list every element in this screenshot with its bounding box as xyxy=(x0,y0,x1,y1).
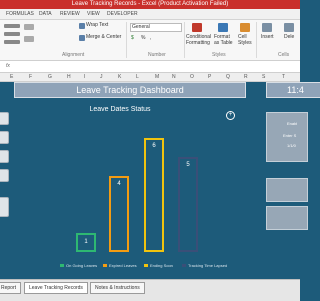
align-top-icon[interactable] xyxy=(4,24,20,28)
group-styles-label: Styles xyxy=(212,52,226,58)
column-header[interactable]: O xyxy=(190,73,194,81)
nav-button[interactable] xyxy=(0,197,9,217)
conditional-formatting-icon xyxy=(192,23,202,32)
chart-data-label: 4 xyxy=(117,181,121,187)
delete-button[interactable]: Dele xyxy=(284,34,294,41)
conditional-formatting-button[interactable]: Conditional Formatting xyxy=(186,34,212,46)
indent-icon[interactable] xyxy=(24,36,34,42)
ribbon-divider xyxy=(184,22,185,58)
clock-display: 11:4 xyxy=(266,82,320,98)
column-header[interactable]: E xyxy=(10,73,13,81)
chart-data-label: 6 xyxy=(152,143,156,149)
window-title: Leave Tracking Records - Excel (Product … xyxy=(0,0,300,9)
sheet-tab-leave-tracking-records[interactable]: Leave Tracking Records xyxy=(24,282,88,294)
wrap-text-button[interactable]: Wrap Text xyxy=(86,22,108,29)
legend-label: Tracking Time Lapsed xyxy=(188,263,228,268)
column-header[interactable]: Q xyxy=(226,73,230,81)
column-header-row: E F G H I J K L M N O P Q R S T xyxy=(0,73,300,82)
panel-text: Enabl xyxy=(287,121,298,126)
ribbon: Wrap Text Merge & Center Alignment Gener… xyxy=(0,20,300,61)
insert-button[interactable]: Insert xyxy=(261,34,274,41)
insert-cells-icon xyxy=(262,23,272,32)
chart-data-label: 1 xyxy=(84,238,88,245)
number-format-value: General xyxy=(132,24,150,30)
format-as-table-button[interactable]: Format as Table xyxy=(214,34,236,46)
currency-button[interactable]: $ xyxy=(131,35,134,42)
ribbon-divider xyxy=(126,22,127,58)
column-header[interactable]: K xyxy=(118,73,121,81)
chart-data-label: 5 xyxy=(186,162,190,168)
tab-data[interactable]: DATA xyxy=(39,10,52,18)
column-header[interactable]: M xyxy=(155,73,159,81)
group-alignment-label: Alignment xyxy=(62,52,85,58)
column-header[interactable]: J xyxy=(100,73,103,81)
wrap-text-icon xyxy=(79,23,85,29)
tab-formulas[interactable]: FORMULAS xyxy=(6,10,34,18)
formula-input[interactable] xyxy=(20,63,296,70)
group-number-label: Number xyxy=(148,52,166,58)
merge-center-button[interactable]: Merge & Center xyxy=(86,34,121,41)
comma-button[interactable]: , xyxy=(150,35,151,42)
column-header[interactable]: F xyxy=(29,73,32,81)
dashboard-title: Leave Tracking Dashboard xyxy=(14,82,246,98)
orientation-icon[interactable] xyxy=(24,24,34,30)
column-header[interactable]: P xyxy=(208,73,211,81)
sheet-tab-report[interactable]: Report xyxy=(0,282,22,294)
chart-bar xyxy=(144,138,164,252)
column-header[interactable]: L xyxy=(136,73,139,81)
chart-bar xyxy=(178,157,198,252)
merge-icon xyxy=(79,35,85,41)
sheet-tab-bar: Report Leave Tracking Records Notes & In… xyxy=(0,279,300,301)
column-header[interactable]: N xyxy=(172,73,176,81)
group-cells-label: Cells xyxy=(278,52,290,58)
panel-text: 1/1/0 xyxy=(287,143,296,148)
column-header[interactable]: H xyxy=(67,73,71,81)
legend-item: On Going Leaves xyxy=(60,263,97,268)
tab-review[interactable]: REVIEW xyxy=(60,10,80,18)
nav-button[interactable] xyxy=(0,112,9,125)
legend-label: Ending Soon xyxy=(150,263,173,268)
column-header[interactable]: S xyxy=(262,73,265,81)
format-as-table-icon xyxy=(218,23,228,32)
ribbon-divider xyxy=(256,22,257,58)
nav-button[interactable] xyxy=(0,169,9,182)
chart-title: Leave Dates Status xyxy=(89,106,151,113)
column-header[interactable]: R xyxy=(244,73,248,81)
cell-styles-icon xyxy=(240,23,250,32)
percent-button[interactable]: % xyxy=(141,35,145,42)
cell-styles-button[interactable]: Cell Styles xyxy=(238,34,254,46)
column-header[interactable]: G xyxy=(48,73,52,81)
legend-label: On Going Leaves xyxy=(66,263,98,268)
chart-bar xyxy=(109,176,129,252)
info-panel xyxy=(266,206,308,230)
formula-bar: fx xyxy=(0,61,300,73)
fx-label: fx xyxy=(6,63,10,69)
align-center-icon[interactable] xyxy=(4,32,20,36)
info-panel: Enabl Enter S 1/1/0 xyxy=(266,112,308,162)
delete-cells-icon xyxy=(284,23,294,32)
number-format-select[interactable]: General xyxy=(130,23,182,32)
column-header[interactable]: T xyxy=(282,73,285,81)
column-header[interactable]: I xyxy=(84,73,85,81)
align-bottom-icon[interactable] xyxy=(4,40,20,44)
legend-item: Expired Leaves xyxy=(103,263,137,268)
add-chart-element-icon[interactable]: + xyxy=(226,111,235,120)
panel-text: Enter S xyxy=(283,133,297,138)
nav-button[interactable] xyxy=(0,150,9,163)
legend-label: Expired Leaves xyxy=(109,263,137,268)
ribbon-tabs: FORMULAS DATA REVIEW VIEW DEVELOPER xyxy=(0,9,300,20)
tab-view[interactable]: VIEW xyxy=(87,10,100,18)
nav-button[interactable] xyxy=(0,131,9,144)
tab-developer[interactable]: DEVELOPER xyxy=(107,10,138,18)
sheet-tab-notes-instructions[interactable]: Notes & Instructions xyxy=(90,282,145,294)
legend-item: Tracking Time Lapsed xyxy=(182,263,227,268)
info-panel xyxy=(266,178,308,202)
legend-item: Ending Soon xyxy=(144,263,173,268)
